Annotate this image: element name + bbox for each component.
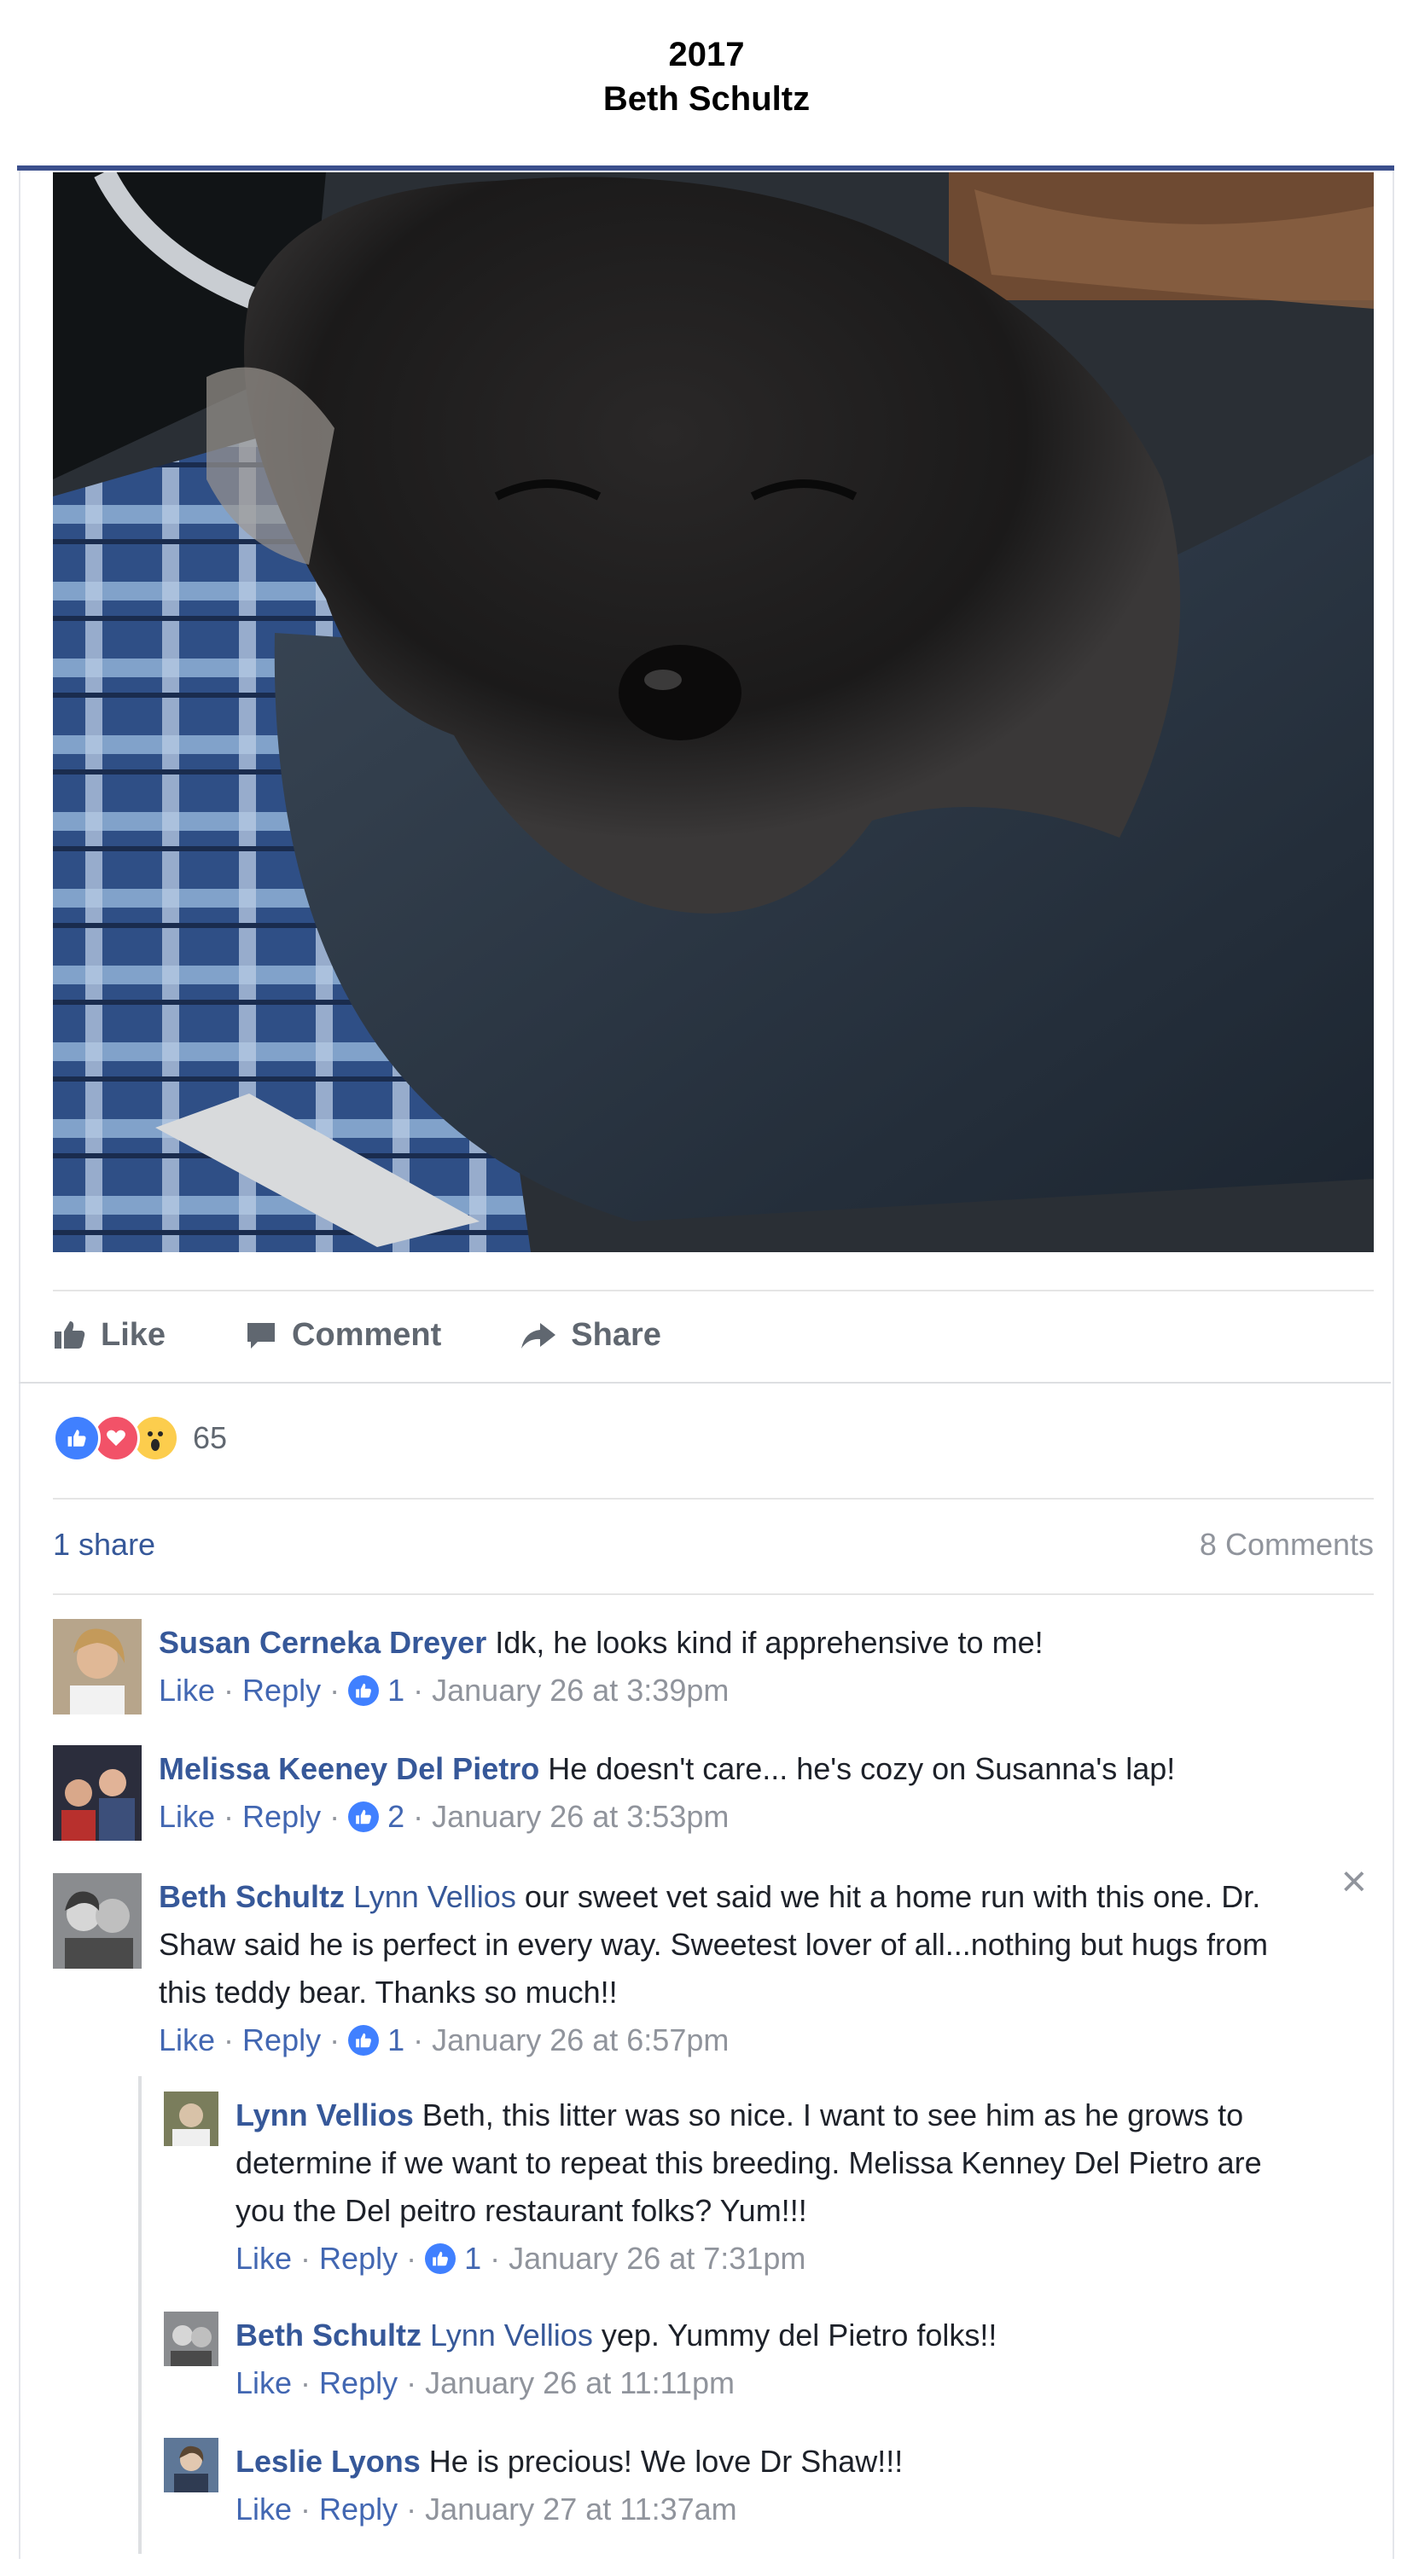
share-count-link[interactable]: 1 share [53,1527,155,1563]
comment-timestamp[interactable]: January 27 at 11:37am [425,2486,737,2533]
comment-text: Leslie Lyons He is precious! We love Dr … [236,2438,903,2486]
avatar[interactable] [53,1873,142,1969]
comment-text: Beth Schultz Lynn Vellios our sweet vet … [159,1873,1316,2016]
avatar[interactable] [164,2312,218,2366]
comment-timestamp[interactable]: January 26 at 3:53pm [432,1793,729,1841]
comment-meta: Like · Reply · January 27 at 11:37am [236,2486,903,2533]
comment-author[interactable]: Melissa Keeney Del Pietro [159,1751,539,1786]
comment-like-count[interactable]: 1 [464,2235,481,2283]
share-button[interactable]: Share [520,1317,661,1354]
action-bar: Like Comment Share [53,1305,740,1365]
comment-like-link[interactable]: Like [159,1667,215,1714]
reactions-divider [53,1498,1374,1500]
comment-author[interactable]: Lynn Vellios [236,2097,414,2132]
comment-timestamp[interactable]: January 26 at 11:11pm [425,2359,735,2407]
like-badge-icon [348,1675,380,1706]
comment-reply-link[interactable]: Reply [242,1793,321,1841]
close-icon[interactable]: × [1341,1859,1367,1904]
comment-mention[interactable]: Lynn Vellios [353,1879,516,1914]
like-badge-icon [425,2243,456,2274]
comment-text: Melissa Keeney Del Pietro He doesn't car… [159,1745,1175,1793]
comment-reply-link[interactable]: Reply [319,2359,398,2407]
stats-divider [53,1593,1374,1595]
comment-like-link[interactable]: Like [236,2359,292,2407]
comment-author[interactable]: Beth Schultz [159,1879,345,1914]
comment-meta: Like · Reply · 1 · January 26 at 7:31pm [236,2235,1311,2283]
comment-author[interactable]: Susan Cerneka Dreyer [159,1625,486,1660]
comment-like-link[interactable]: Like [236,2235,292,2283]
comment-count-link[interactable]: 8 Comments [1200,1527,1374,1563]
comment-button[interactable]: Comment [244,1317,441,1354]
reply-thread-line [138,2076,142,2554]
comment-like-count[interactable]: 1 [387,2016,404,2064]
like-button[interactable]: Like [53,1317,166,1354]
avatar[interactable] [53,1745,142,1841]
like-badge-icon [348,1801,380,1832]
reply-item: Lynn Vellios Beth, this litter was so ni… [164,2092,1324,2283]
thumbs-up-icon [55,1321,85,1349]
page-header: 2017 Beth Schultz [0,0,1413,167]
avatar[interactable] [53,1619,142,1714]
comment-meta: Like · Reply · January 26 at 11:11pm [236,2359,997,2407]
comment-like-count[interactable]: 2 [387,1793,404,1841]
actions-divider [19,1382,1391,1384]
comment-like-link[interactable]: Like [159,2016,215,2064]
comment-message: yep. Yummy del Pietro folks!! [601,2318,997,2353]
comment-author[interactable]: Leslie Lyons [236,2444,421,2479]
avatar[interactable] [164,2092,218,2146]
comment-message: He is precious! We love Dr Shaw!!! [428,2444,904,2479]
comment-text: Lynn Vellios Beth, this litter was so ni… [236,2092,1311,2235]
comment-item: Melissa Keeney Del Pietro He doesn't car… [53,1745,1316,1841]
reaction-count: 65 [193,1420,228,1455]
comment-reply-link[interactable]: Reply [319,2486,398,2533]
comment-message: He doesn't care... he's cozy on Susanna'… [548,1751,1176,1786]
reactions-summary[interactable]: 65 [53,1413,227,1464]
share-arrow-icon [521,1323,556,1349]
comment-reply-link[interactable]: Reply [319,2235,398,2283]
comment-like-link[interactable]: Like [159,1793,215,1841]
like-badge-icon [348,2025,380,2056]
like-label: Like [101,1316,166,1353]
comment-reply-link[interactable]: Reply [242,1667,321,1714]
like-reaction-icon [53,1414,101,1462]
reply-item: Leslie Lyons He is precious! We love Dr … [164,2438,1324,2533]
comment-item: Susan Cerneka Dreyer Idk, he looks kind … [53,1619,1316,1714]
comment-meta: Like · Reply · 1 · January 26 at 3:39pm [159,1667,1044,1714]
comment-timestamp[interactable]: January 26 at 6:57pm [432,2016,729,2064]
comment-message: Idk, he looks kind if apprehensive to me… [495,1625,1044,1660]
share-label: Share [571,1316,661,1353]
header-year: 2017 [668,36,745,73]
comment-meta: Like · Reply · 2 · January 26 at 3:53pm [159,1793,1175,1841]
comment-timestamp[interactable]: January 26 at 3:39pm [432,1667,729,1714]
comment-like-link[interactable]: Like [236,2486,292,2533]
comment-like-count[interactable]: 1 [387,1667,404,1714]
comment-reply-link[interactable]: Reply [242,2016,321,2064]
comment-item: Beth Schultz Lynn Vellios our sweet vet … [53,1873,1316,2064]
comment-label: Comment [292,1316,442,1353]
comment-timestamp[interactable]: January 26 at 7:31pm [509,2235,805,2283]
reply-item: Beth Schultz Lynn Vellios yep. Yummy del… [164,2312,1324,2407]
comment-icon [247,1323,276,1349]
comment-text: Susan Cerneka Dreyer Idk, he looks kind … [159,1619,1044,1667]
photo-divider [53,1290,1374,1291]
avatar[interactable] [164,2438,218,2492]
comment-meta: Like · Reply · 1 · January 26 at 6:57pm [159,2016,1316,2064]
header-name: Beth Schultz [602,80,811,118]
comment-author[interactable]: Beth Schultz [236,2318,422,2353]
post-photo[interactable] [53,172,1374,1252]
dog-photo-illustration [53,172,1374,1252]
comment-text: Beth Schultz Lynn Vellios yep. Yummy del… [236,2312,997,2359]
comment-mention[interactable]: Lynn Vellios [430,2318,593,2353]
